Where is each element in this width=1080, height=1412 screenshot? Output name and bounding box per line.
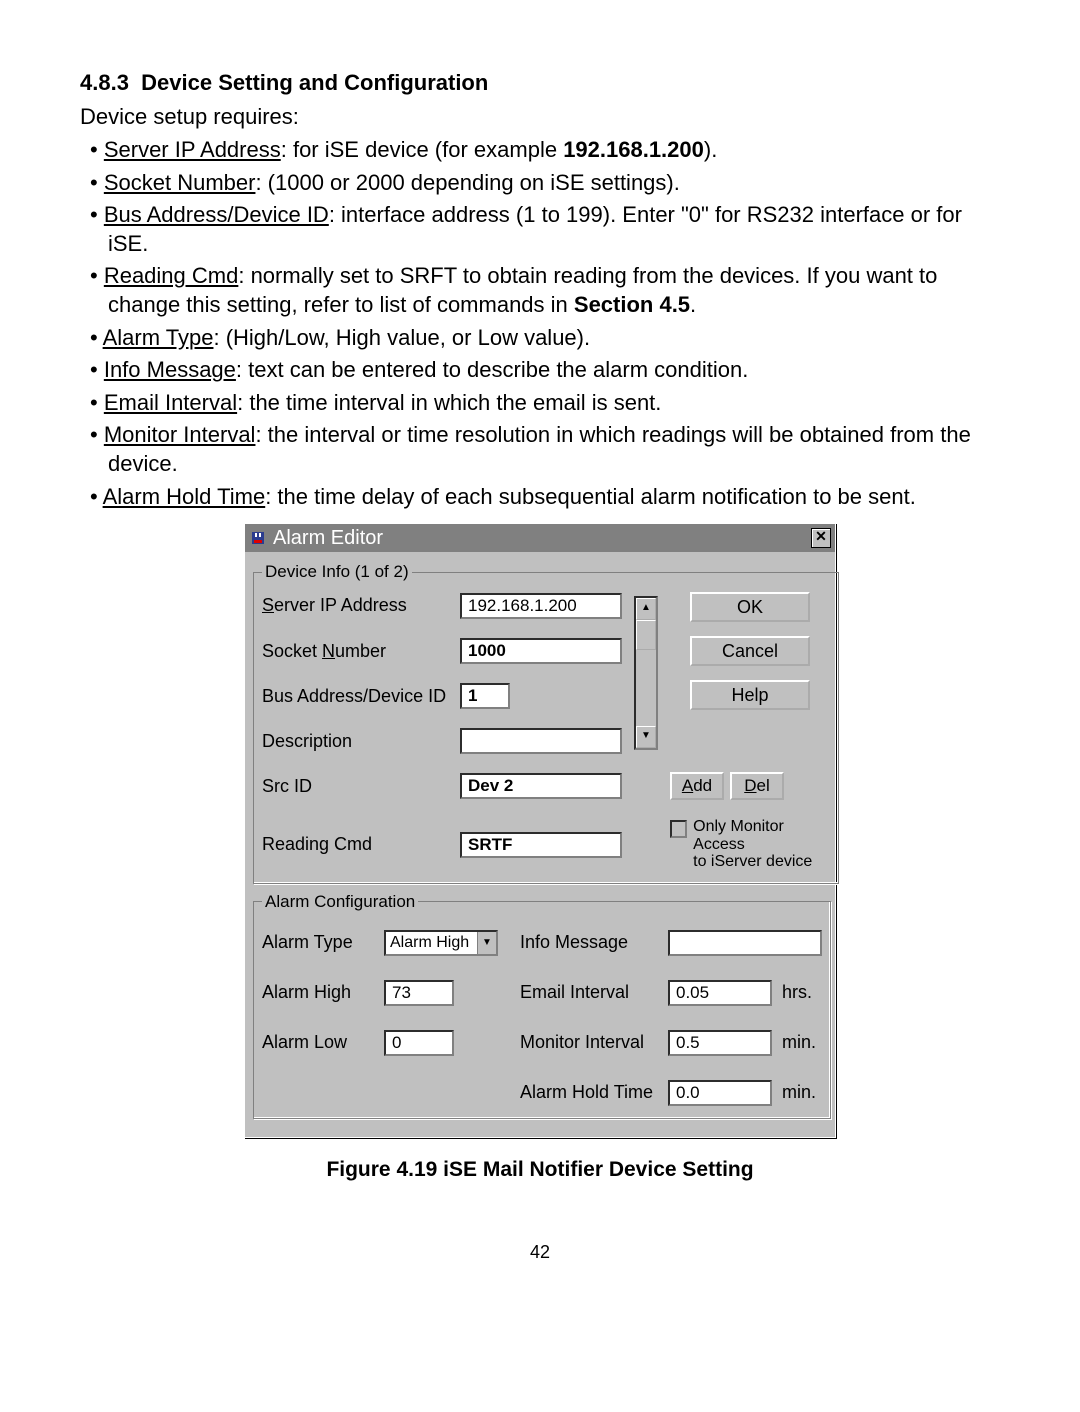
device-info-group: Device Info (1 of 2) Server IP Address ▲…: [253, 562, 839, 884]
bullet-item: Reading Cmd: normally set to SRFT to obt…: [80, 262, 1000, 319]
app-icon: [249, 529, 267, 547]
description-label: Description: [262, 731, 450, 752]
only-monitor-label: Only Monitor Accessto iServer device: [693, 818, 830, 871]
close-icon[interactable]: ✕: [811, 528, 831, 548]
email-interval-unit: hrs.: [782, 982, 822, 1003]
bullet-item: Alarm Type: (High/Low, High value, or Lo…: [80, 324, 1000, 353]
src-id-input[interactable]: [460, 773, 622, 799]
bullet-item: Info Message: text can be entered to des…: [80, 356, 1000, 385]
alarm-hold-input[interactable]: [668, 1080, 772, 1106]
info-message-input[interactable]: [668, 930, 822, 956]
section-heading: 4.8.3 Device Setting and Configuration: [80, 70, 1000, 96]
device-scrollbar[interactable]: ▲ ▼: [634, 596, 658, 750]
figure-caption: Figure 4.19 iSE Mail Notifier Device Set…: [80, 1158, 1000, 1182]
alarm-hold-unit: min.: [782, 1082, 822, 1103]
alarm-low-input[interactable]: [384, 1030, 454, 1056]
bullet-item: Monitor Interval: the interval or time r…: [80, 421, 1000, 478]
reading-cmd-label: Reading Cmd: [262, 834, 450, 855]
alarm-high-input[interactable]: [384, 980, 454, 1006]
alarm-high-label: Alarm High: [262, 982, 374, 1003]
monitor-interval-input[interactable]: [668, 1030, 772, 1056]
monitor-interval-unit: min.: [782, 1032, 822, 1053]
email-interval-input[interactable]: [668, 980, 772, 1006]
email-interval-label: Email Interval: [508, 982, 658, 1003]
page-number: 42: [80, 1242, 1000, 1263]
scroll-up-icon[interactable]: ▲: [636, 598, 656, 620]
alarm-hold-label: Alarm Hold Time: [508, 1082, 658, 1103]
bullet-item: Bus Address/Device ID: interface address…: [80, 201, 1000, 258]
bus-input[interactable]: [460, 683, 510, 709]
socket-label: Socket Number: [262, 641, 450, 662]
info-message-label: Info Message: [508, 932, 658, 953]
help-button[interactable]: Help: [690, 680, 810, 710]
device-info-legend: Device Info (1 of 2): [262, 562, 412, 582]
bullet-item: Server IP Address: for iSE device (for e…: [80, 136, 1000, 165]
socket-input[interactable]: [460, 638, 622, 664]
bullet-item: Alarm Hold Time: the time delay of each …: [80, 483, 1000, 512]
scroll-thumb[interactable]: [636, 620, 656, 650]
bullet-item: Email Interval: the time interval in whi…: [80, 389, 1000, 418]
intro-text: Device setup requires:: [80, 104, 1000, 130]
alarm-low-label: Alarm Low: [262, 1032, 374, 1053]
bus-label: Bus Address/Device ID: [262, 686, 450, 707]
src-id-label: Src ID: [262, 776, 450, 797]
server-ip-input[interactable]: [460, 593, 622, 619]
monitor-interval-label: Monitor Interval: [508, 1032, 658, 1053]
title-bar: Alarm Editor ✕: [245, 524, 835, 552]
alarm-editor-dialog: Alarm Editor ✕ Device Info (1 of 2) Serv…: [244, 523, 836, 1138]
chevron-down-icon[interactable]: ▼: [477, 932, 496, 954]
ok-button[interactable]: OK: [690, 592, 810, 622]
server-ip-label: Server IP Address: [262, 595, 450, 616]
description-input[interactable]: [460, 728, 622, 754]
alarm-type-combo[interactable]: Alarm High ▼: [384, 930, 498, 956]
del-button[interactable]: Del: [730, 772, 784, 800]
alarm-config-group: Alarm Configuration Alarm Type Alarm Hig…: [253, 892, 831, 1119]
reading-cmd-input[interactable]: [460, 832, 622, 858]
add-button[interactable]: Add: [670, 772, 724, 800]
bullet-item: Socket Number: (1000 or 2000 depending o…: [80, 169, 1000, 198]
alarm-type-label: Alarm Type: [262, 932, 374, 953]
bullet-list: Server IP Address: for iSE device (for e…: [80, 136, 1000, 511]
cancel-button[interactable]: Cancel: [690, 636, 810, 666]
scroll-down-icon[interactable]: ▼: [636, 726, 656, 748]
only-monitor-checkbox[interactable]: [670, 820, 687, 838]
dialog-title: Alarm Editor: [273, 527, 811, 550]
alarm-config-legend: Alarm Configuration: [262, 892, 418, 912]
